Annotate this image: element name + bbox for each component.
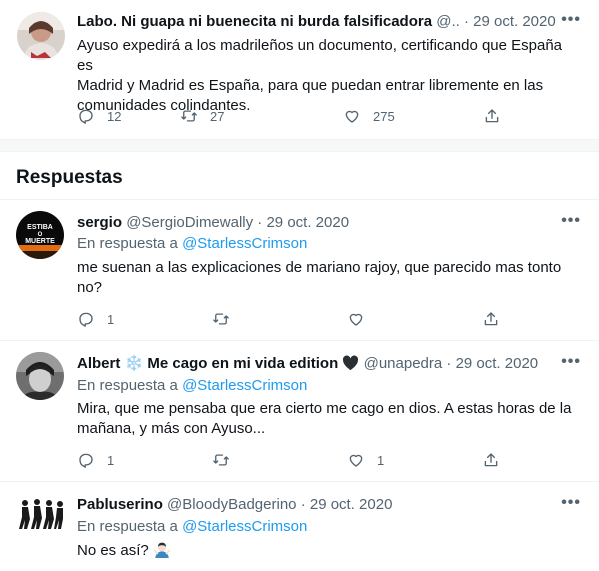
reply-button[interactable]: 12 [77,106,121,126]
tweet-date[interactable]: 29 oct. 2020 [473,13,556,30]
separator: · [446,355,452,372]
replying-prefix: En respuesta a [77,235,178,252]
reply-count: 1 [107,311,115,327]
tweet-text-line: no? [77,279,103,296]
reply-icon [79,453,93,468]
share-icon [484,312,498,326]
reply-button[interactable]: 1 [77,309,114,329]
like-icon [345,110,359,123]
author-handle[interactable]: @SergioDimewally [126,214,253,231]
mention-link[interactable]: @StarlessCrimson [182,518,307,535]
author-handle[interactable]: @unapedra [364,355,443,372]
tweet-header: sergio @SergioDimewally · 29 oct. 2020 [77,213,349,233]
tweet-actions: 1 1 [77,450,507,470]
avatar[interactable] [17,12,65,60]
man-shrugging-emoji [153,542,171,558]
mention-link[interactable]: @StarlessCrimson [182,235,307,252]
tweet-text: No es así? [77,540,582,561]
mention-link[interactable]: @StarlessCrimson [182,377,307,394]
author-name-suffix[interactable]: Me cago en mi vida edition [147,355,338,372]
more-icon[interactable]: ••• [561,11,581,29]
retweet-button[interactable]: 27 [180,106,224,126]
retweet-button[interactable] [212,450,230,470]
author-name[interactable]: Labo. Ni guapa ni buenecita ni burda fal… [77,13,432,30]
author-name[interactable]: Pabluserino [77,496,163,513]
section-gap [0,140,599,151]
tweet-date[interactable]: 29 oct. 2020 [456,355,539,372]
retweet-icon [213,313,229,325]
reply-icon [79,312,93,327]
tweet-header: Labo. Ni guapa ni buenecita ni burda fal… [77,12,556,32]
reply-count: 12 [107,108,122,124]
reply-tweet[interactable]: Albert ❄️ Me cago en mi vida edition @un… [0,341,599,481]
like-count: 275 [373,108,395,124]
like-icon [349,313,363,326]
tweet-actions: 12 27 275 [77,106,507,126]
replying-prefix: En respuesta a [77,377,178,394]
share-button[interactable] [482,309,500,329]
replying-to: En respuesta a @StarlessCrimson [77,376,307,396]
like-count: 1 [377,452,385,468]
avatar-text: ESTIBA [27,224,53,231]
avatar-image [16,493,64,541]
more-icon[interactable]: ••• [561,212,581,230]
avatar-image: ESTIBA O MUERTE [16,211,64,259]
author-handle[interactable]: @BloodyBadgerino [167,496,296,513]
reply-tweet[interactable]: ESTIBA O MUERTE sergio @SergioDimewally … [0,200,599,340]
author-name[interactable]: Albert [77,355,120,372]
tweet-text-line: me suenan a las explicaciones de mariano… [77,259,562,276]
avatar-image [17,12,65,60]
avatar-text: MUERTE [25,238,55,245]
main-tweet[interactable]: Labo. Ni guapa ni buenecita ni burda fal… [0,0,599,140]
reply-icon [79,109,93,124]
tweet-header: Pabluserino @BloodyBadgerino · 29 oct. 2… [77,495,392,515]
tweet-header: Albert ❄️ Me cago en mi vida edition @un… [77,354,538,374]
author-handle[interactable]: @.. [436,13,460,30]
retweet-count: 27 [210,108,225,124]
like-button[interactable] [347,309,365,329]
tweet-text-line: Ayuso expedirá a los madrileños un docum… [77,37,563,74]
author-name[interactable]: sergio [77,214,122,231]
tweet-text-line: No es así? [77,542,149,559]
avatar[interactable]: ESTIBA O MUERTE [16,211,64,259]
replying-to: En respuesta a @StarlessCrimson [77,234,307,254]
more-icon[interactable]: ••• [561,494,581,512]
black-heart-emoji [343,355,359,371]
tweet-date[interactable]: 29 oct. 2020 [266,214,349,231]
avatar[interactable] [16,493,64,541]
avatar-image [16,352,64,400]
separator: · [463,13,469,30]
more-icon[interactable]: ••• [561,353,581,371]
tweet-text: me suenan a las explicaciones de mariano… [77,258,582,298]
replies-heading: Respuestas [16,167,123,188]
snowflake-emoji: ❄️ [124,355,144,372]
reply-count: 1 [107,452,115,468]
tweet-date[interactable]: 29 oct. 2020 [310,496,393,513]
replying-prefix: En respuesta a [77,518,178,535]
retweet-icon [213,454,229,466]
share-button[interactable] [482,450,500,470]
share-button[interactable] [483,106,501,126]
tweet-text-line: Mira, que me pensaba que era cierto me c… [77,400,572,417]
tweet-actions: 1 [77,309,507,329]
like-icon [349,454,363,467]
separator: · [300,496,306,513]
retweet-button[interactable] [212,309,230,329]
reply-button[interactable]: 1 [77,450,114,470]
replying-to: En respuesta a @StarlessCrimson [77,517,307,537]
like-button[interactable]: 1 [347,450,384,470]
tweet-text-line: mañana, y más con Ayuso... [77,420,266,437]
tweet-text-line: Madrid y Madrid es España, para que pued… [77,77,544,94]
like-button[interactable]: 275 [343,106,395,126]
avatar[interactable] [16,352,64,400]
separator: · [257,214,263,231]
share-icon [484,453,498,467]
share-icon [485,109,499,123]
tweet-text: Mira, que me pensaba que era cierto me c… [77,399,582,439]
tweet-text: Ayuso expedirá a los madrileños un docum… [77,36,582,116]
retweet-icon [181,110,197,122]
reply-tweet[interactable]: Pabluserino @BloodyBadgerino · 29 oct. 2… [0,482,599,571]
divider [0,151,599,152]
